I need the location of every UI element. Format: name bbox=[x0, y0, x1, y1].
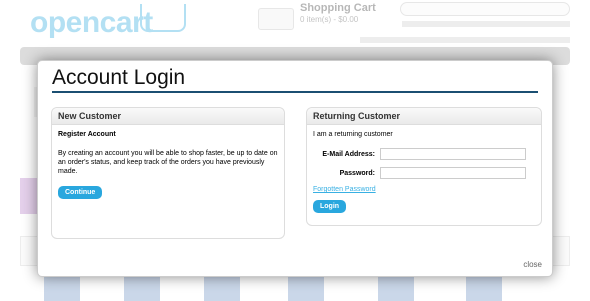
product-thumbnail bbox=[124, 276, 160, 301]
welcome-text bbox=[402, 21, 570, 27]
cart-logo-icon bbox=[140, 4, 186, 32]
login-modal: Account Login New Customer Register Acco… bbox=[37, 60, 553, 277]
email-field[interactable] bbox=[380, 148, 526, 160]
login-button[interactable]: Login bbox=[313, 200, 347, 213]
search-input bbox=[400, 2, 570, 16]
email-row: E-Mail Address: bbox=[313, 148, 535, 160]
new-customer-heading: New Customer bbox=[52, 108, 284, 125]
returning-intro: I am a returning customer bbox=[313, 131, 393, 138]
product-thumbnail bbox=[378, 276, 414, 301]
password-row: Password: bbox=[313, 167, 535, 179]
modal-title: Account Login bbox=[52, 66, 186, 89]
product-thumbnail bbox=[466, 276, 502, 301]
product-thumbnail bbox=[204, 276, 240, 301]
returning-customer-panel: Returning Customer I am a returning cust… bbox=[306, 107, 542, 226]
register-description: By creating an account you will be able … bbox=[58, 150, 278, 175]
store-logo: opencart bbox=[30, 6, 153, 39]
forgotten-password-link[interactable]: Forgotten Password bbox=[313, 186, 535, 193]
cart-summary: 0 item(s) - $0.00 bbox=[300, 15, 359, 24]
cart-title: Shopping Cart bbox=[300, 2, 376, 14]
header-links bbox=[360, 37, 570, 43]
product-thumbnail bbox=[44, 276, 80, 301]
password-field[interactable] bbox=[380, 167, 526, 179]
continue-button[interactable]: Continue bbox=[58, 186, 103, 199]
close-button[interactable]: close bbox=[523, 260, 542, 269]
email-label: E-Mail Address: bbox=[322, 150, 375, 158]
title-divider bbox=[52, 91, 538, 93]
cart-icon bbox=[258, 8, 294, 30]
product-thumbnail bbox=[288, 276, 324, 301]
new-customer-panel: New Customer Register Account By creatin… bbox=[51, 107, 285, 239]
returning-customer-heading: Returning Customer bbox=[307, 108, 541, 125]
password-label: Password: bbox=[339, 169, 375, 177]
register-account-title: Register Account bbox=[58, 131, 116, 138]
